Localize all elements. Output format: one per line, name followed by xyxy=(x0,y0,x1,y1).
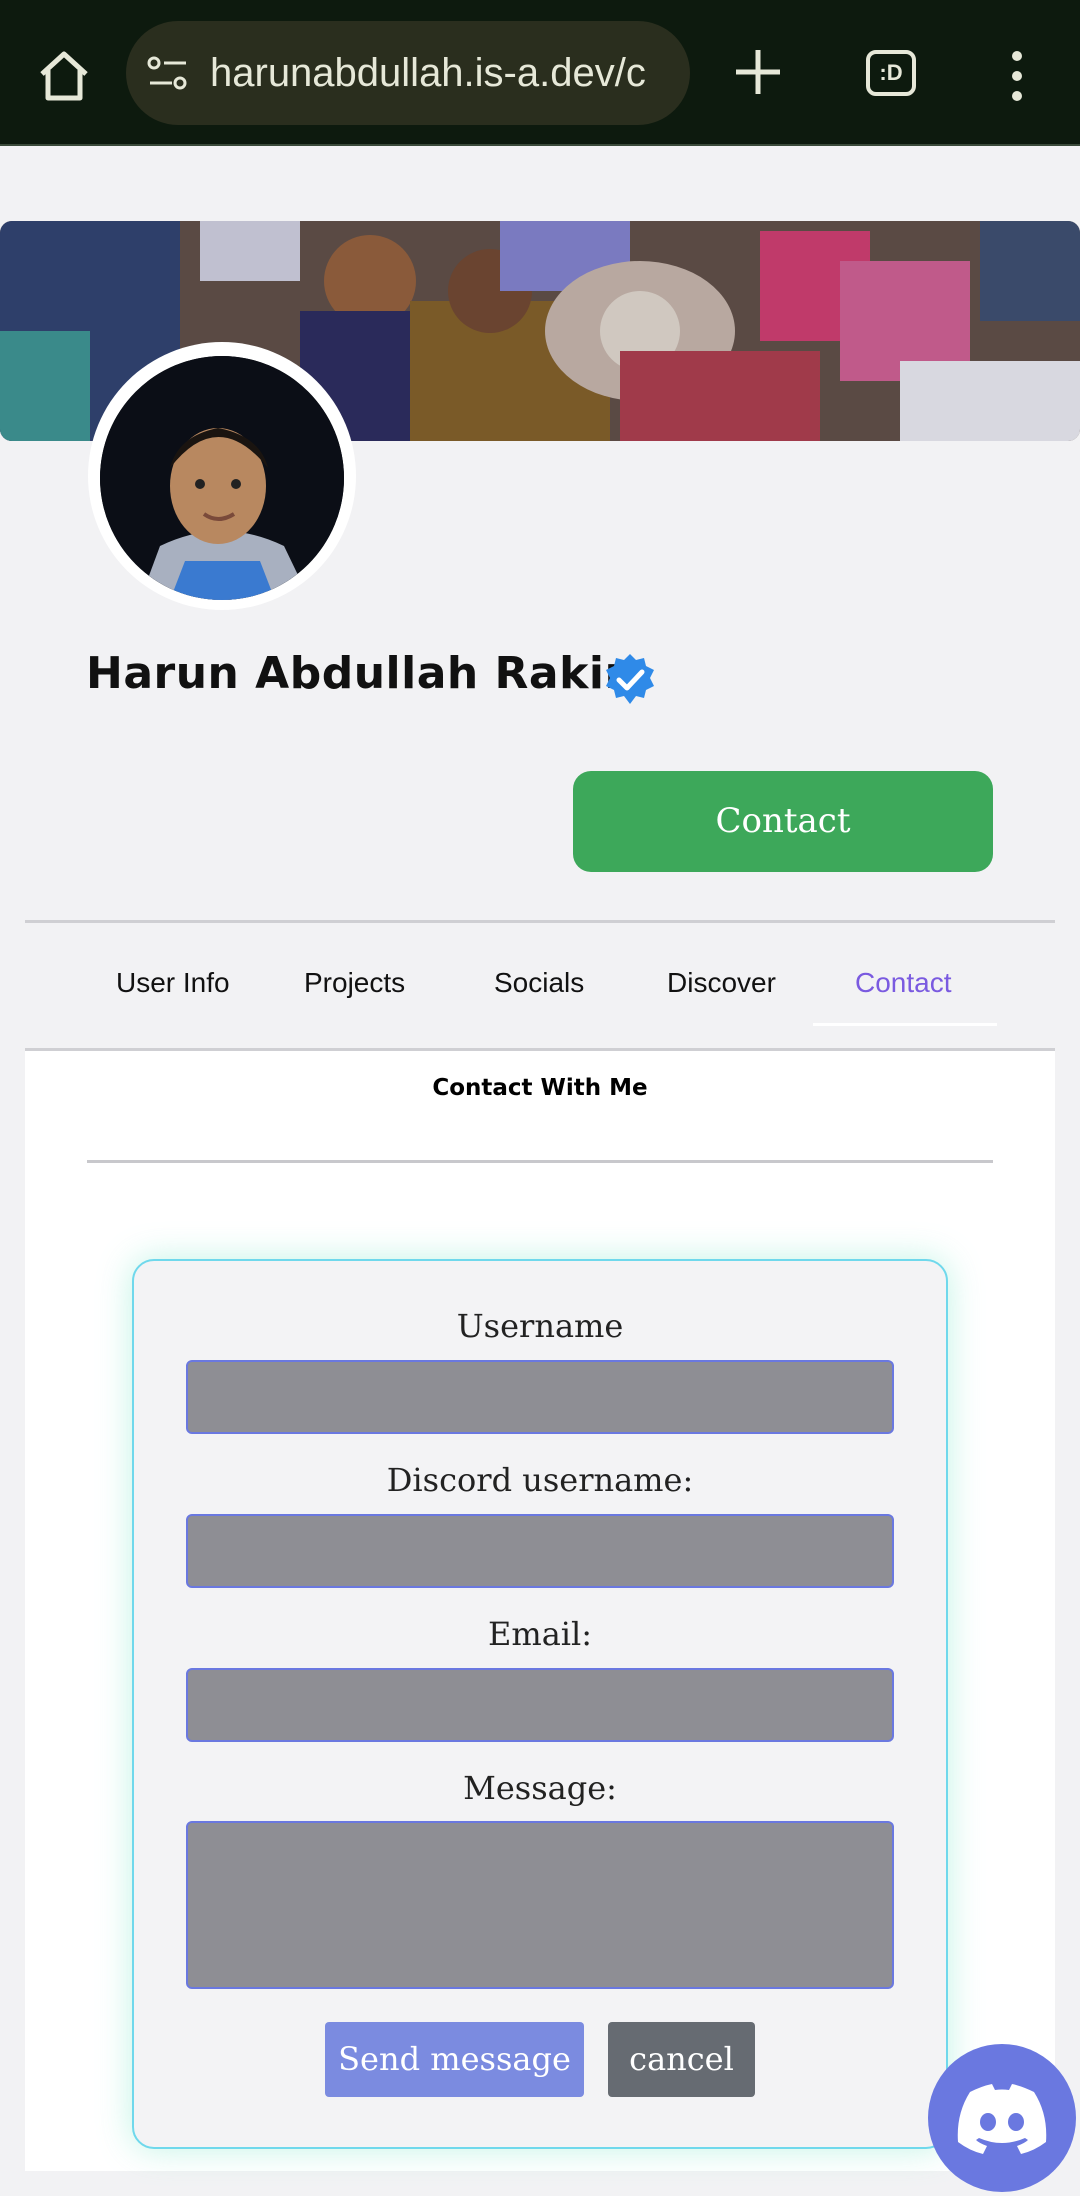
section-title: Contact With Me xyxy=(432,1075,648,1101)
discord-username-input[interactable] xyxy=(186,1514,894,1588)
verified-badge-icon xyxy=(606,654,654,704)
discord-username-label: Discord username: xyxy=(386,1461,694,1499)
active-tab-indicator xyxy=(813,1023,997,1026)
tab-discover[interactable]: Discover xyxy=(667,967,776,999)
contact-button[interactable]: Contact xyxy=(573,771,993,872)
cancel-button[interactable]: cancel xyxy=(608,2022,755,2097)
discord-button[interactable] xyxy=(928,2044,1076,2192)
new-tab-icon[interactable] xyxy=(732,46,784,98)
username-input[interactable] xyxy=(186,1360,894,1434)
profile-tabs: User Info Projects Socials Discover Cont… xyxy=(25,920,1055,1051)
home-icon[interactable] xyxy=(34,46,94,106)
avatar xyxy=(100,356,344,600)
tab-socials[interactable]: Socials xyxy=(494,967,584,999)
url-text[interactable]: harunabdullah.is-a.dev/c xyxy=(210,21,680,125)
send-message-button[interactable]: Send message xyxy=(325,2022,584,2097)
site-settings-icon[interactable] xyxy=(146,53,190,93)
email-label: Email: xyxy=(487,1615,593,1653)
discord-icon xyxy=(957,2084,1047,2154)
section-divider xyxy=(87,1160,993,1163)
email-input[interactable] xyxy=(186,1668,894,1742)
profile-name: Harun Abdullah Rakin xyxy=(86,648,637,699)
browser-toolbar: harunabdullah.is-a.dev/c :D xyxy=(0,0,1080,146)
menu-icon[interactable] xyxy=(1004,48,1030,104)
username-label: Username xyxy=(456,1307,624,1345)
tab-contact[interactable]: Contact xyxy=(855,967,952,999)
tab-switcher-icon[interactable]: :D xyxy=(866,50,916,96)
tab-projects[interactable]: Projects xyxy=(304,967,405,999)
message-textarea[interactable] xyxy=(186,1821,894,1989)
message-label: Message: xyxy=(463,1769,617,1807)
address-bar[interactable]: harunabdullah.is-a.dev/c xyxy=(126,21,690,125)
tab-user-info[interactable]: User Info xyxy=(116,967,230,999)
